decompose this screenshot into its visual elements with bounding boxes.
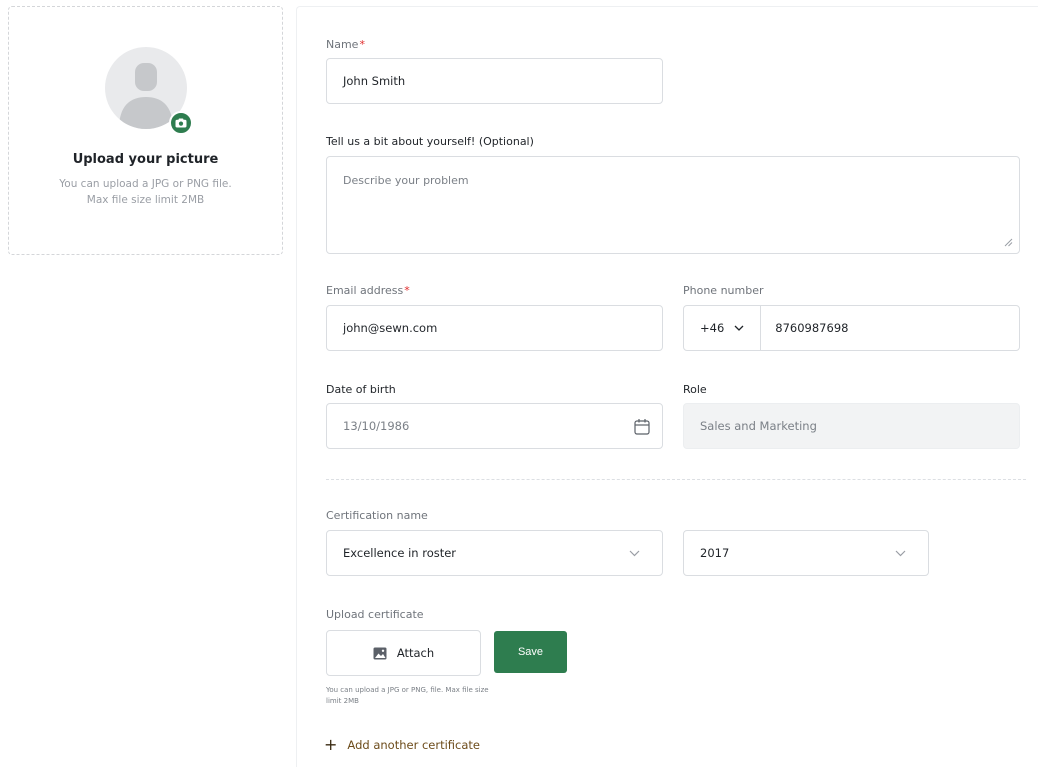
resize-grip-icon[interactable]	[1003, 237, 1013, 247]
name-value: John Smith	[343, 74, 406, 88]
upload-certificate-label: Upload certificate	[326, 608, 424, 621]
camera-upload-button[interactable]	[168, 111, 193, 135]
upload-picture-card[interactable]: Upload your picture You can upload a JPG…	[8, 6, 283, 255]
country-code-value: +46	[700, 321, 725, 335]
add-certificate-label: Add another certificate	[347, 738, 480, 752]
dob-label: Date of birth	[326, 383, 396, 396]
image-icon	[373, 647, 387, 659]
about-placeholder: Describe your problem	[343, 174, 469, 187]
certification-year-select[interactable]: 2017	[683, 530, 929, 576]
chevron-down-icon	[629, 550, 640, 557]
save-button[interactable]: Save	[494, 631, 567, 673]
about-textarea[interactable]: Describe your problem	[326, 156, 1020, 254]
role-label: Role	[683, 383, 707, 396]
name-input[interactable]: John Smith	[326, 58, 663, 104]
about-label: Tell us a bit about yourself! (Optional)	[326, 135, 534, 148]
required-mark: *	[404, 284, 410, 297]
phone-number-value: 8760987698	[775, 321, 849, 335]
chevron-down-icon	[734, 325, 744, 331]
certification-name-value: Excellence in roster	[343, 546, 457, 560]
add-certificate-link[interactable]: + Add another certificate	[324, 737, 480, 753]
section-divider	[326, 479, 1026, 480]
name-label: Name*	[326, 38, 365, 51]
email-value: john@sewn.com	[343, 321, 438, 335]
attach-button[interactable]: Attach	[326, 630, 481, 676]
role-field: Sales and Marketing	[683, 403, 1020, 449]
upload-hint: You can upload a JPG or PNG, file. Max f…	[326, 686, 489, 705]
camera-icon	[175, 118, 186, 128]
upload-title: Upload your picture	[72, 152, 219, 167]
role-value: Sales and Marketing	[700, 419, 817, 433]
country-code-select[interactable]: +46	[700, 306, 762, 350]
required-mark: *	[359, 38, 365, 51]
phone-input[interactable]: +46 8760987698	[683, 305, 1020, 351]
certification-label: Certification name	[326, 509, 428, 522]
certification-name-select[interactable]: Excellence in roster	[326, 530, 663, 576]
email-label-text: Email address	[326, 284, 404, 297]
calendar-icon[interactable]	[634, 418, 650, 435]
email-label: Email address*	[326, 284, 410, 297]
upload-description: You can upload a JPG or PNG file. Max fi…	[59, 178, 232, 206]
dob-input[interactable]: 13/10/1986	[326, 403, 663, 449]
attach-label: Attach	[396, 646, 435, 660]
profile-form: Name* John Smith Tell us a bit about you…	[296, 6, 1038, 767]
certification-year-value: 2017	[700, 546, 730, 560]
dob-value: 13/10/1986	[343, 419, 410, 433]
phone-label: Phone number	[683, 284, 764, 297]
name-label-text: Name	[326, 38, 359, 51]
email-input[interactable]: john@sewn.com	[326, 305, 663, 351]
plus-icon: +	[324, 735, 338, 754]
avatar-container[interactable]	[104, 47, 193, 135]
chevron-down-icon	[895, 550, 906, 557]
